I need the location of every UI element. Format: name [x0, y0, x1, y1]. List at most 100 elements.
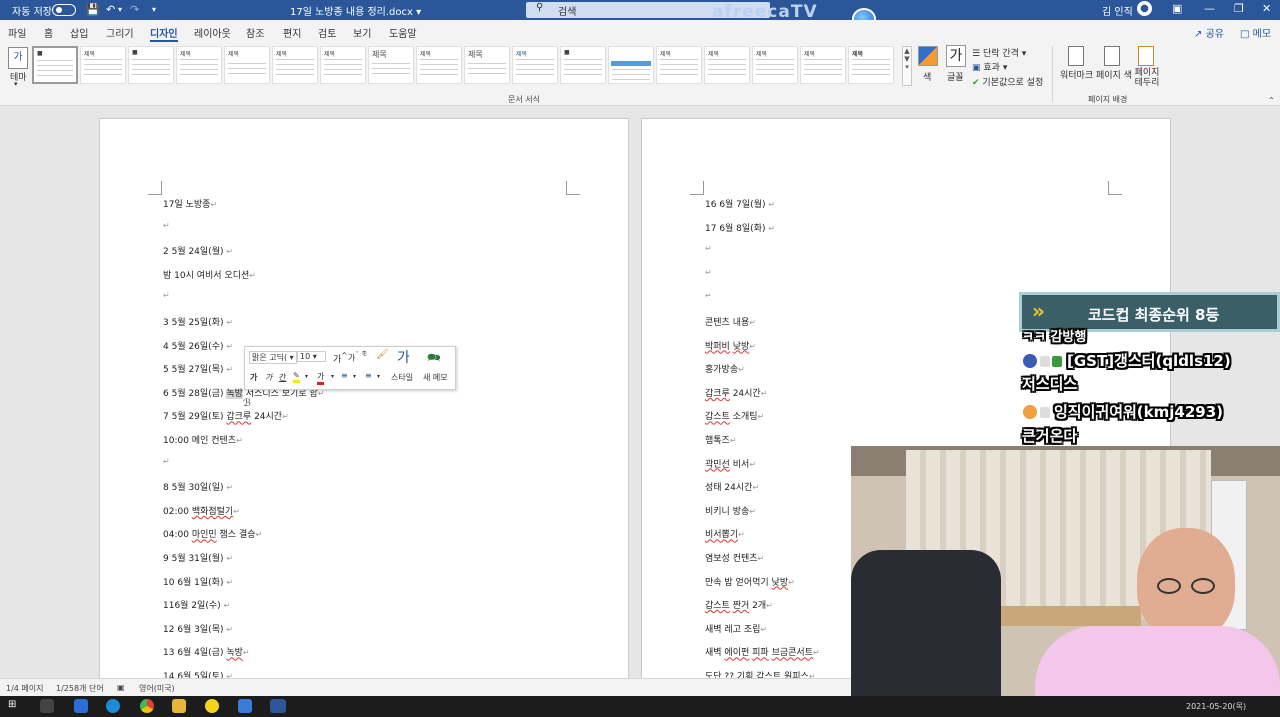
- taskbar-clock[interactable]: 2021-05-20(목): [1186, 701, 1246, 712]
- themes-icon[interactable]: 가: [8, 47, 28, 69]
- document-line[interactable]: 116월 2일(수) ↵: [163, 598, 230, 611]
- document-line[interactable]: 10:00 메인 컨텐츠↵: [163, 433, 243, 446]
- document-line[interactable]: 햄톡즈↵: [705, 433, 737, 446]
- document-line[interactable]: 새벽 레고 조립↵: [705, 622, 767, 635]
- style-set-thumb[interactable]: [608, 46, 654, 84]
- document-line[interactable]: 4 5월 26일(수) ↵: [163, 339, 233, 352]
- bullets-icon[interactable]: ≡: [341, 371, 348, 380]
- style-set-thumb[interactable]: 제목: [416, 46, 462, 84]
- document-line[interactable]: 성태 24시간↵: [705, 480, 759, 493]
- undo-icon[interactable]: ↶: [106, 3, 115, 16]
- style-set-thumb[interactable]: 제목: [176, 46, 222, 84]
- styles-label[interactable]: 스타일: [391, 372, 413, 383]
- themes-label[interactable]: 테마: [10, 70, 27, 83]
- colors-label[interactable]: 색: [923, 70, 931, 83]
- document-line[interactable]: 14 6월 5일(토) ↵: [163, 669, 233, 678]
- start-windows-icon[interactable]: ⊞: [8, 699, 22, 713]
- undo-dropdown-icon[interactable]: ▾: [118, 5, 122, 14]
- fonts-label[interactable]: 글꼴: [947, 70, 964, 83]
- style-set-thumb[interactable]: ■: [128, 46, 174, 84]
- document-line[interactable]: 갑스트 소개팅↵: [705, 409, 764, 422]
- document-line[interactable]: ↵: [163, 221, 170, 231]
- font-name-box[interactable]: 맑은 고딕( ▾: [249, 351, 297, 364]
- tab-review[interactable]: 검토: [318, 25, 336, 40]
- page-borders-icon[interactable]: [1138, 46, 1154, 66]
- style-set-thumb[interactable]: 제목: [704, 46, 750, 84]
- word-count[interactable]: 1/258개 단어: [56, 683, 104, 694]
- language-indicator[interactable]: 영어(미국): [139, 683, 175, 694]
- redo-icon[interactable]: ↷: [130, 3, 139, 16]
- style-set-thumb[interactable]: 제목: [272, 46, 318, 84]
- style-set-thumb[interactable]: ■: [560, 46, 606, 84]
- themes-dropdown-icon[interactable]: ▾: [14, 80, 18, 88]
- style-set-thumb[interactable]: 제목: [848, 46, 894, 84]
- save-icon[interactable]: 💾: [86, 3, 100, 16]
- taskbar-app-icon[interactable]: [40, 699, 54, 713]
- watermark-label[interactable]: 워터마크: [1060, 68, 1093, 81]
- document-line[interactable]: ↵: [163, 291, 170, 301]
- document-line[interactable]: ↵: [163, 457, 170, 467]
- document-line[interactable]: 04:00 마인민 챔스 결승↵: [163, 527, 262, 540]
- highlight-dropdown-icon[interactable]: ▾: [305, 373, 308, 380]
- document-line[interactable]: ↵: [705, 268, 712, 278]
- comments-button[interactable]: □ 메모: [1240, 25, 1271, 40]
- proofing-icon[interactable]: ▣: [117, 683, 125, 692]
- bold-button[interactable]: 가: [250, 372, 257, 383]
- tab-design[interactable]: 디자인: [150, 25, 178, 42]
- document-line[interactable]: 10 6월 1일(화) ↵: [163, 575, 233, 588]
- document-page-1[interactable]: 17일 노방종↵ ↵ 2 5월 24일(월) ↵ 밤 10시 여비서 오디션↵ ↵ 3 5…: [99, 118, 629, 678]
- document-line[interactable]: 밤 10시 여비서 오디션↵: [163, 268, 256, 281]
- document-line[interactable]: 02:00 백화점털기↵: [163, 504, 240, 517]
- document-line[interactable]: 새벽 에이펀 피파 브금콘서트↵: [705, 645, 820, 658]
- document-line[interactable]: 비키니 방송↵: [705, 504, 756, 517]
- underline-button[interactable]: 간: [279, 372, 286, 383]
- document-line[interactable]: 도단 ?? 기획 갑스트 원피스↵: [705, 669, 816, 678]
- style-set-thumb[interactable]: 제목: [800, 46, 846, 84]
- styles-icon[interactable]: 가: [397, 347, 410, 367]
- document-line[interactable]: 17일 노방종↵: [163, 197, 217, 210]
- document-line[interactable]: 만속 밥 얻어먹기 낮방↵: [705, 575, 795, 588]
- new-comment-icon[interactable]: 🗪: [427, 349, 441, 368]
- share-button[interactable]: ↗ 공유: [1194, 25, 1224, 40]
- document-line[interactable]: 9 5월 31일(월) ↵: [163, 551, 233, 564]
- tab-insert[interactable]: 삽입: [70, 25, 88, 40]
- style-set-thumb[interactable]: 제목: [320, 46, 366, 84]
- document-line[interactable]: 박퍼비 낮방↵: [705, 339, 756, 352]
- document-line[interactable]: 7 5월 29일(토) 갑크루 24시간↵: [163, 409, 289, 422]
- tab-layout[interactable]: 레이아웃: [194, 25, 231, 40]
- format-painter-icon[interactable]: 🖌: [376, 349, 389, 360]
- tab-references[interactable]: 참조: [246, 25, 264, 40]
- customize-toolbar-icon[interactable]: ▾: [152, 5, 156, 14]
- watermark-icon[interactable]: [1068, 46, 1084, 66]
- fonts-icon[interactable]: 가: [946, 45, 966, 67]
- italic-button[interactable]: 가: [265, 372, 272, 383]
- document-line[interactable]: 갑스트 짠거 2개↵: [705, 598, 773, 611]
- edge-icon[interactable]: [106, 699, 120, 713]
- page-count[interactable]: 1/4 페이지: [6, 683, 44, 694]
- document-line[interactable]: 홍가방송↵: [705, 362, 745, 375]
- page-color-label[interactable]: 페이지 색: [1096, 68, 1132, 81]
- minimize-icon[interactable]: —: [1204, 2, 1215, 15]
- style-set-thumb[interactable]: 제목: [512, 46, 558, 84]
- document-line[interactable]: 16 6월 7일(월) ↵: [705, 197, 775, 210]
- close-icon[interactable]: ✕: [1262, 2, 1271, 15]
- numbering-dropdown-icon[interactable]: ▾: [377, 373, 380, 380]
- set-as-default-button[interactable]: ✔ 기본값으로 설정: [972, 75, 1043, 88]
- document-line[interactable]: 곽민선 비서↵: [705, 457, 756, 470]
- style-set-thumb[interactable]: 제목: [224, 46, 270, 84]
- document-line[interactable]: 염보성 컨텐츠↵: [705, 551, 764, 564]
- style-set-thumb[interactable]: 제목: [656, 46, 702, 84]
- tab-file[interactable]: 파일: [8, 25, 26, 40]
- document-line[interactable]: 8 5월 30일(일) ↵: [163, 480, 233, 493]
- font-color-dropdown-icon[interactable]: ▾: [331, 373, 334, 380]
- avatar[interactable]: ●: [1137, 1, 1152, 16]
- user-name[interactable]: 김 인직: [1102, 3, 1133, 18]
- document-line[interactable]: 갑크루 24시간↵: [705, 386, 767, 399]
- document-line[interactable]: 13 6월 4일(금) 녹방↵: [163, 645, 250, 658]
- shrink-font-button[interactable]: 가ˇ: [348, 351, 359, 364]
- word-taskbar-icon[interactable]: [270, 699, 286, 713]
- document-line[interactable]: 17 6월 8일(화) ↵: [705, 221, 775, 234]
- effects-button[interactable]: ▣ 효과 ▾: [972, 60, 1007, 73]
- document-line[interactable]: ↵: [705, 291, 712, 301]
- file-explorer-icon[interactable]: [172, 699, 186, 713]
